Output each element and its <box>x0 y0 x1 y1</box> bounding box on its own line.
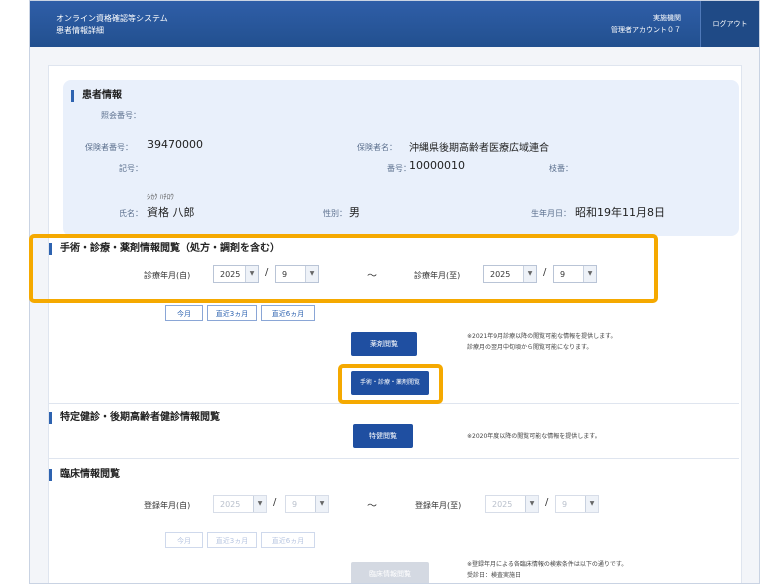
insurer-no-value: 39470000 <box>147 138 203 151</box>
number-value: 10000010 <box>409 159 465 172</box>
clinical-last-3-months-button[interactable]: 直近3ヵ月 <box>207 532 257 548</box>
clinical-to-year-select[interactable]: 2025 ▼ <box>485 495 539 513</box>
sex-label: 性別： <box>323 209 347 218</box>
patient-info-card: 患者情報 照会番号： 保険者番号： 39470000 保険者名： 沖縄県後期高齢… <box>63 80 739 236</box>
app-header: オンライン資格確認等システム 患者情報詳細 実施機関 管理者アカウント０７ ログ… <box>30 1 759 47</box>
clinical-from-label: 登録年月(自) <box>144 501 191 510</box>
clinical-to-month-value: 9 <box>562 500 568 509</box>
clinical-note-1: ※登録年月による各臨床情報の検索条件は以下の通りです。 <box>467 561 628 568</box>
birth-value: 昭和19年11月8日 <box>575 206 665 219</box>
logout-button[interactable]: ログアウト <box>700 1 759 47</box>
last-6-months-button[interactable]: 直近6ヵ月 <box>261 305 315 321</box>
drug-view-button[interactable]: 薬剤閲覧 <box>351 332 417 356</box>
checkup-section-title: 特定健診・後期高齢者健診情報閲覧 <box>49 412 220 424</box>
clinical-note-2: 受診日：検査実施日 <box>467 572 522 579</box>
clinical-from-year-select[interactable]: 2025 ▼ <box>213 495 267 513</box>
clinical-to-year-value: 2025 <box>492 500 513 509</box>
this-month-button[interactable]: 今月 <box>165 305 203 321</box>
range-tilde: ～ <box>367 501 377 512</box>
sex-value: 男 <box>349 206 360 219</box>
chevron-down-icon: ▼ <box>315 496 328 512</box>
page-title: 患者情報詳細 <box>56 26 104 35</box>
birth-label: 生年月日： <box>531 209 571 218</box>
inquiry-no-label: 照会番号： <box>101 111 141 120</box>
drug-note-2: 診療月の翌月中旬頃から閲覧可能になります。 <box>467 344 593 351</box>
name-value: 資格 八郎 <box>147 206 195 219</box>
name-kana: ｼｶｸ ﾊﾁﾛｳ <box>147 193 174 201</box>
patient-section-title: 患者情報 <box>71 90 122 102</box>
checkup-note: ※2020年度以降の閲覧可能な情報を提供します。 <box>467 433 601 440</box>
clinical-from-month-select[interactable]: 9 ▼ <box>285 495 329 513</box>
insurer-name-value: 沖縄県後期高齢者医療広域連合 <box>409 143 549 154</box>
clinical-view-button[interactable]: 臨床情報閲覧 <box>351 562 429 583</box>
clinical-to-month-select[interactable]: 9 ▼ <box>555 495 599 513</box>
system-name: オンライン資格確認等システム <box>56 14 168 23</box>
chevron-down-icon: ▼ <box>253 496 266 512</box>
clinical-section-title: 臨床情報閲覧 <box>49 469 120 481</box>
chevron-down-icon: ▼ <box>585 496 598 512</box>
date-separator: / <box>273 497 277 508</box>
divider <box>49 458 739 459</box>
content-panel: 患者情報 照会番号： 保険者番号： 39470000 保険者名： 沖縄県後期高齢… <box>48 65 742 583</box>
chevron-down-icon: ▼ <box>525 496 538 512</box>
number-label: 番号： <box>387 164 411 173</box>
last-3-months-button[interactable]: 直近3ヵ月 <box>207 305 257 321</box>
account-name: 管理者アカウント０７ <box>611 26 681 34</box>
highlight-surgery-button <box>338 364 443 404</box>
branch-label: 枝番： <box>549 164 573 173</box>
name-label: 氏名： <box>119 209 143 218</box>
clinical-this-month-button[interactable]: 今月 <box>165 532 203 548</box>
date-separator: / <box>545 497 549 508</box>
drug-note-1: ※2021年9月診療以降の閲覧可能な情報を提供します。 <box>467 333 617 340</box>
org-name: 実施機関 <box>653 14 681 22</box>
clinical-from-month-value: 9 <box>292 500 298 509</box>
clinical-from-year-value: 2025 <box>220 500 241 509</box>
symbol-label: 記号： <box>119 164 143 173</box>
insurer-no-label: 保険者番号： <box>85 143 133 152</box>
clinical-to-label: 登録年月(至) <box>415 501 462 510</box>
insurer-name-label: 保険者名： <box>357 143 397 152</box>
highlight-date-range <box>29 234 658 303</box>
clinical-last-6-months-button[interactable]: 直近6ヵ月 <box>261 532 315 548</box>
checkup-view-button[interactable]: 特健閲覧 <box>353 424 413 448</box>
